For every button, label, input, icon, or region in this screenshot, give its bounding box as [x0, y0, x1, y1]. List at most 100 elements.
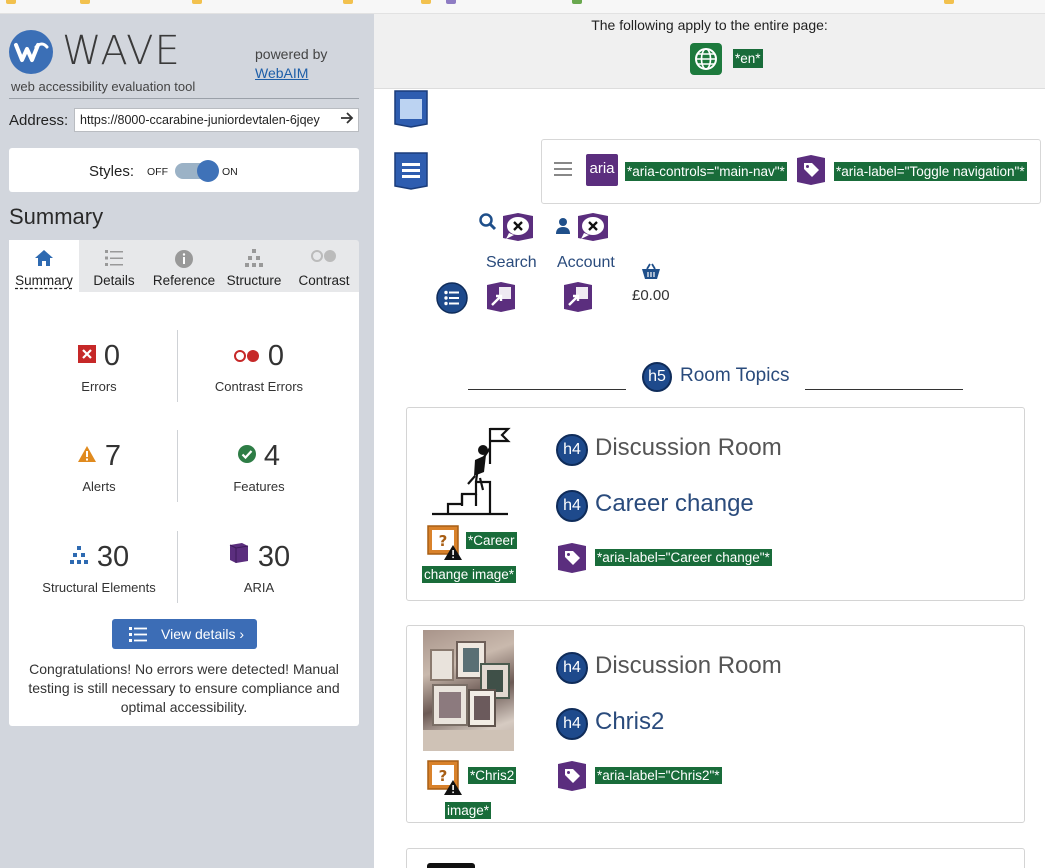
bookmark-icon[interactable] [192, 0, 202, 4]
h4-icon[interactable]: h4 [556, 708, 588, 740]
stat-structural[interactable]: 30 Structural Elements [14, 523, 184, 603]
tab-label: Summary [15, 273, 73, 288]
view-details-label: View details › [161, 626, 245, 642]
empty-link-icon[interactable] [501, 212, 533, 244]
bookmarks-bar [0, 0, 1045, 14]
features-label: Features [233, 479, 285, 494]
svg-text:?: ? [439, 767, 448, 785]
bookmark-icon[interactable] [944, 0, 954, 4]
bookmark-icon[interactable] [6, 0, 16, 4]
tab-structure[interactable]: Structure [219, 240, 289, 292]
hamburger-icon[interactable] [554, 162, 572, 176]
styles-on-label: ON [222, 166, 238, 178]
address-row: Address: https://8000-ccarabine-juniorde… [9, 108, 359, 132]
tab-label: Contrast [298, 273, 350, 288]
unordered-list-icon[interactable] [436, 282, 468, 314]
divider [9, 98, 359, 99]
stat-aria[interactable]: 30 ARIA [174, 523, 344, 603]
tab-summary[interactable]: Summary [9, 240, 79, 292]
bookmark-icon[interactable] [446, 0, 456, 4]
alt-text-tag: image* [445, 802, 492, 819]
page-wide-info: The following apply to the entire page: … [374, 14, 1045, 89]
h5-icon[interactable]: h5 [642, 362, 672, 392]
card-image-edge [427, 863, 475, 868]
globe-icon[interactable] [690, 43, 722, 75]
navbar-toggle-region: aria *aria-controls="main-nav"* *aria-la… [541, 139, 1041, 204]
aria-cube-icon [228, 539, 250, 572]
aria-controls-tag: *aria-controls="main-nav"* [625, 162, 787, 181]
aria-label-tag: *aria-label="Chris2"* [595, 767, 722, 784]
navigation-region-icon[interactable] [394, 152, 428, 190]
tab-contrast[interactable]: Contrast [289, 240, 359, 292]
alerts-label: Alerts [82, 479, 116, 494]
address-input[interactable]: https://8000-ccarabine-juniordevtalen-6j… [74, 108, 359, 132]
stat-errors[interactable]: 0 Errors [14, 322, 184, 402]
room-card[interactable] [406, 848, 1025, 868]
account-label[interactable]: Account [557, 254, 615, 272]
bookmark-icon[interactable] [80, 0, 90, 4]
powered-by: powered by WebAIM [255, 45, 327, 83]
basket-icon[interactable] [641, 263, 661, 281]
room-card[interactable]: ? *Chris2 image* h4 Discussion Room h4 C… [406, 625, 1025, 823]
alt-text-tag: change image* [422, 566, 517, 583]
room-card[interactable]: ? *Career change image* h4 Discussion Ro… [406, 407, 1025, 601]
contrast-icon [289, 249, 359, 269]
tab-details[interactable]: Details [79, 240, 149, 292]
powered-by-label: powered by [255, 46, 328, 62]
search-icon[interactable] [478, 212, 500, 234]
alt-text-tag: *Chris2 [468, 767, 517, 784]
wave-tabs: Summary Details Reference Structure Cont… [9, 240, 359, 292]
list-icon [129, 627, 147, 645]
search-label[interactable]: Search [486, 254, 537, 272]
aria-count: 30 [257, 541, 291, 573]
styles-label: Styles: [89, 163, 135, 180]
styles-toggle[interactable] [175, 160, 219, 182]
arrow-right-icon[interactable] [340, 111, 354, 130]
card-subheading[interactable]: Chris2 [595, 708, 664, 736]
aria-icon[interactable]: aria [586, 154, 618, 186]
contrast-error-icon [233, 338, 260, 371]
card-heading: Discussion Room [595, 652, 782, 679]
card-subheading[interactable]: Career change [595, 490, 754, 518]
wave-subtitle: web accessibility evaluation tool [11, 79, 196, 94]
h4-icon[interactable]: h4 [556, 490, 588, 522]
lang-tag: *en* [733, 49, 763, 68]
structure-icon [219, 249, 289, 269]
stat-features[interactable]: 4 Features [174, 422, 344, 502]
alt-alert-icon[interactable]: ? [427, 760, 462, 795]
h4-icon[interactable]: h4 [556, 652, 588, 684]
aria-label-tag-icon[interactable] [556, 542, 588, 574]
alert-icon [77, 438, 97, 471]
bookmark-icon[interactable] [421, 0, 431, 4]
error-icon [77, 338, 96, 371]
alt-alert-icon[interactable]: ? [427, 525, 462, 560]
header-region-icon[interactable] [394, 90, 428, 128]
list-icon [79, 249, 149, 269]
basket-price[interactable]: £0.00 [632, 287, 670, 304]
bookmark-icon[interactable] [343, 0, 353, 4]
h4-icon[interactable]: h4 [556, 434, 588, 466]
congrats-message: Congratulations! No errors were detected… [28, 661, 340, 715]
empty-link-icon[interactable] [576, 212, 608, 244]
aria-label-tag-icon[interactable] [556, 760, 588, 792]
webaim-link[interactable]: WebAIM [255, 65, 308, 81]
bookmark-icon[interactable] [572, 0, 582, 4]
structure-icon [69, 539, 89, 572]
view-details-button[interactable]: View details › [112, 619, 257, 649]
aria-label-tag-icon[interactable] [795, 154, 827, 186]
address-value: https://8000-ccarabine-juniordevtalen-6j… [80, 113, 320, 127]
address-label: Address: [9, 112, 69, 129]
divider [805, 389, 963, 390]
redundant-link-icon[interactable] [485, 281, 517, 313]
redundant-link-icon[interactable] [562, 281, 594, 313]
user-icon[interactable] [555, 217, 573, 235]
structural-label: Structural Elements [42, 580, 156, 595]
home-icon [9, 249, 79, 269]
styles-off-label: OFF [147, 166, 168, 178]
stat-contrast-errors[interactable]: 0 Contrast Errors [174, 322, 344, 402]
tab-reference[interactable]: Reference [149, 240, 219, 292]
info-icon [149, 249, 219, 269]
aria-label: ARIA [243, 580, 275, 595]
stat-alerts[interactable]: 7 Alerts [14, 422, 184, 502]
apply-text: The following apply to the entire page: [591, 17, 828, 33]
